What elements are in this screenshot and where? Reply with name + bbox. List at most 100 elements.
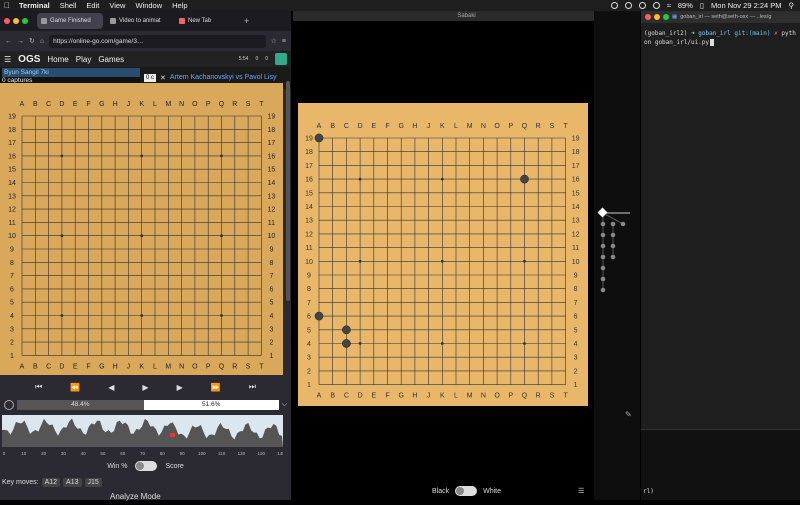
star-point	[358, 342, 362, 345]
avatar[interactable]	[275, 53, 287, 65]
close-window-button[interactable]	[4, 18, 10, 24]
key-move-button[interactable]: A13	[63, 477, 82, 487]
nav-home[interactable]: Home	[47, 55, 68, 64]
menu-view[interactable]: View	[109, 1, 125, 10]
tree-node[interactable]	[610, 254, 616, 260]
game-tree-panel[interactable]: ✎	[594, 11, 640, 500]
game-tree-graph[interactable]	[594, 11, 640, 500]
row-label: 10	[8, 233, 16, 240]
status-icon[interactable]	[652, 2, 660, 9]
stat-count: 0	[265, 56, 268, 62]
hamburger-icon[interactable]: ☰	[578, 487, 584, 495]
go-board-left[interactable]: A A B B C C D D E E F F G G H H J J K K L L M M N N O O P P Q Q R R S S T T 19…	[0, 83, 283, 375]
chevron-down-icon[interactable]: ⌵	[282, 401, 287, 409]
board-stone[interactable]	[342, 325, 351, 335]
ogs-logo[interactable]: OGS	[18, 54, 40, 65]
winrate-graph-svg[interactable]: 0 10 20 30 40 50 60 70 80 90 100 110 120 130 140	[2, 415, 285, 457]
player-black-name[interactable]: Byun Sangil 7ki	[2, 68, 140, 77]
current-node-marker[interactable]	[597, 207, 608, 218]
key-move-button[interactable]: J15	[84, 477, 102, 487]
minimize-window-button[interactable]	[13, 18, 19, 24]
rewind-icon[interactable]: ⏪	[70, 383, 80, 392]
tree-node[interactable]	[600, 243, 606, 249]
status-icon[interactable]	[624, 2, 632, 9]
datetime[interactable]: Mon Nov 29 2:24 PM	[711, 1, 781, 10]
status-icon[interactable]	[638, 2, 646, 9]
tree-node[interactable]	[610, 243, 616, 249]
menu-shell[interactable]: Shell	[60, 1, 77, 10]
menu-edit[interactable]: Edit	[86, 1, 99, 10]
first-move-icon[interactable]: ⏮	[35, 382, 42, 392]
key-move-button[interactable]: A12	[41, 477, 61, 487]
zoom-window-button[interactable]	[663, 14, 669, 20]
tree-node[interactable]	[600, 276, 606, 282]
wifi-icon[interactable]: ≈	[667, 1, 671, 10]
tab-video[interactable]: Video to animat	[106, 13, 172, 29]
search-icon[interactable]: ⚲	[789, 1, 795, 10]
winrate-graph[interactable]: 0 10 20 30 40 50 60 70 80 90 100 110 120 130 140	[2, 415, 285, 457]
row-label: 12	[305, 231, 313, 238]
tree-node[interactable]	[600, 265, 606, 271]
board-grid[interactable]: AABBCCDDEEFFGGHHJJKKLLMMNNOOPPQQRRSSTT19…	[0, 83, 283, 375]
tree-node[interactable]	[600, 232, 606, 238]
nav-games[interactable]: Games	[98, 55, 124, 64]
current-move-marker[interactable]	[170, 433, 175, 437]
status-icon[interactable]	[610, 2, 618, 9]
board-stone[interactable]	[520, 174, 529, 184]
row-label: 4	[574, 341, 578, 348]
go-board-right[interactable]: A A B B C C D D E E F F G G H H J J K K L L M M N N O O P P Q Q R R S S T T 19…	[298, 103, 588, 406]
edit-icon[interactable]: ✎	[625, 410, 632, 419]
player-toggle[interactable]	[455, 486, 478, 496]
winrate-score-toggle[interactable]	[135, 461, 158, 471]
board-stone[interactable]	[314, 311, 324, 321]
engine-icon[interactable]	[4, 400, 14, 410]
reload-icon[interactable]: ↻	[29, 37, 35, 45]
tree-node[interactable]	[600, 287, 606, 293]
board-stone[interactable]	[342, 339, 351, 348]
tree-node[interactable]	[600, 221, 606, 227]
nav-play[interactable]: Play	[76, 55, 92, 64]
column-label: O	[192, 101, 198, 108]
graph-tick-label: 10	[21, 451, 27, 456]
menu-icon[interactable]: ≡	[282, 38, 286, 45]
next-move-icon[interactable]: ▶	[177, 383, 183, 392]
game-title[interactable]: Artem Kachanovskyi vs Pavol Lisy	[166, 73, 277, 83]
home-icon[interactable]: ⌂	[40, 38, 44, 45]
column-label: L	[153, 363, 157, 370]
sabaki-board-grid[interactable]: AABBCCDDEEFFGGHHJJKKLLMMNNOOPPQQRRSSTT19…	[298, 103, 588, 406]
terminal-output[interactable]: (goban_irl2) ➜ goban_irl git:(main) ✗ py…	[641, 23, 800, 53]
fast-forward-icon[interactable]: ⏩	[211, 383, 221, 392]
tree-node[interactable]	[610, 232, 616, 238]
menu-help[interactable]: Help	[172, 1, 187, 10]
row-label: 6	[574, 314, 578, 321]
bookmark-icon[interactable]: ☆	[271, 37, 277, 45]
menu-app-name[interactable]: Terminal	[19, 1, 50, 10]
address-input[interactable]: https://online-go.com/game/3…	[49, 34, 266, 48]
previous-move-icon[interactable]: ◀	[108, 383, 114, 392]
column-label: A	[317, 123, 322, 130]
minimize-window-button[interactable]	[654, 14, 660, 20]
tree-node[interactable]	[610, 221, 616, 227]
tab-new[interactable]: New Tab	[175, 13, 241, 29]
play-icon[interactable]: ▶	[142, 383, 148, 392]
tab-game-finished[interactable]: Game Finished	[37, 13, 103, 29]
row-label: 17	[268, 140, 276, 147]
terminal-lower-pane[interactable]: rl)	[641, 429, 800, 500]
column-label: O	[494, 123, 500, 130]
tree-node[interactable]	[600, 254, 606, 260]
menu-window[interactable]: Window	[135, 1, 162, 10]
zoom-window-button[interactable]	[22, 18, 28, 24]
tree-node[interactable]	[620, 221, 626, 227]
back-icon[interactable]: ←	[5, 38, 12, 45]
battery-icon[interactable]: ▯	[700, 1, 704, 10]
row-label: 13	[268, 193, 276, 200]
column-label: B	[33, 101, 38, 108]
forward-icon[interactable]: →	[17, 38, 24, 45]
apple-icon[interactable]: 	[0, 1, 14, 10]
new-tab-button[interactable]: +	[244, 16, 249, 26]
board-stone[interactable]	[314, 133, 324, 143]
scrollbar[interactable]	[286, 81, 290, 301]
hamburger-icon[interactable]: ☰	[4, 55, 11, 64]
last-move-icon[interactable]: ⏭	[249, 382, 256, 392]
close-window-button[interactable]	[645, 14, 651, 20]
